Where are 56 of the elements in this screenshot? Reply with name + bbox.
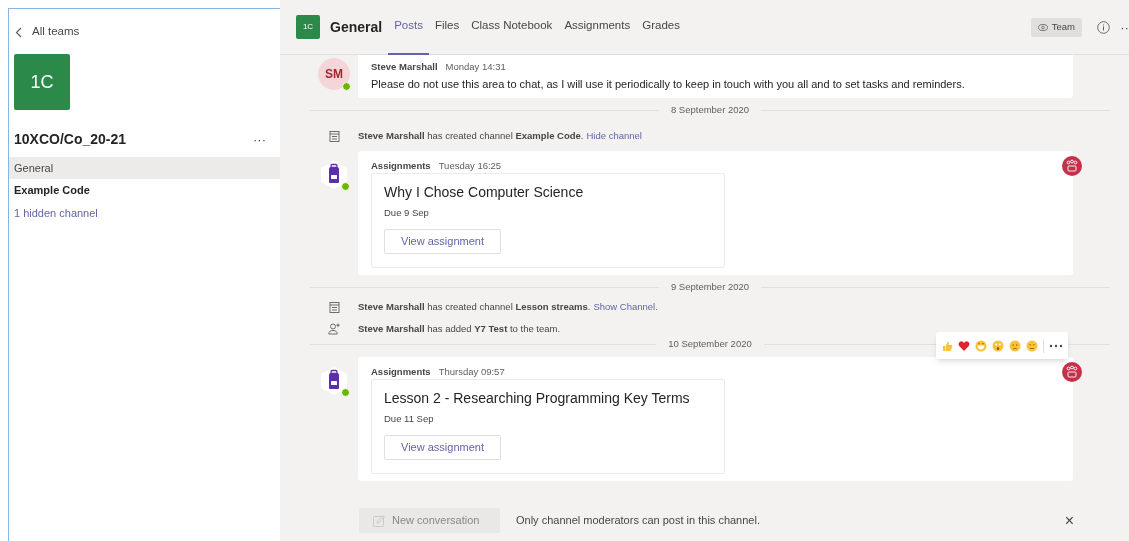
hidden-channel-link[interactable]: 1 hidden channel [14, 202, 98, 224]
event-text: Steve Marshall has created channel Lesson streams. [358, 299, 591, 314]
channel-title: General [330, 17, 383, 37]
channel-tab[interactable]: Assignments [558, 0, 637, 55]
author-name: Assignments [371, 365, 431, 379]
date-divider: 10 September 2020 [667, 336, 753, 351]
team-tile: 1C [14, 54, 70, 110]
event-text: Steve Marshall has created channel Example Code. [358, 128, 584, 143]
info-icon[interactable] [1097, 20, 1110, 34]
view-assignment-button[interactable]: View assignment [384, 229, 501, 254]
date-divider: 8 September 2020 [669, 102, 751, 117]
heart-icon[interactable] [958, 339, 970, 352]
channel-icon [328, 130, 340, 142]
author-name: Assignments [371, 159, 431, 173]
channel-tab[interactable]: Class Notebook [465, 0, 559, 55]
channel-tab[interactable]: Files [428, 0, 466, 55]
team-name: 10XCO/Co_20-21 [14, 129, 127, 149]
timestamp: Thursday 09:57 [438, 365, 505, 379]
team-button[interactable]: Team [1030, 17, 1082, 37]
compose-icon [373, 514, 385, 527]
avatar: SM [318, 58, 350, 90]
message-text: Please do not use this area to chat, as I will use it periodically to keep in touch with you all and to set tasks and reminders. [371, 77, 966, 92]
angry-face-icon[interactable] [1026, 339, 1038, 352]
timestamp: Monday 14:31 [445, 60, 506, 74]
view-assignment-button[interactable]: View assignment [384, 435, 501, 460]
channel-link[interactable]: Show Channel. [593, 299, 658, 315]
date-divider: 9 September 2020 [669, 279, 751, 294]
channel-icon [328, 301, 340, 313]
add-person-icon [328, 323, 340, 335]
author-name: Steve Marshall [371, 60, 438, 74]
event-text: Steve Marshall has added Y7 Test to the team. [358, 321, 561, 336]
laughing-face-icon[interactable] [975, 339, 987, 352]
more-icon [1049, 343, 1063, 348]
channel-item[interactable]: General [9, 157, 280, 179]
moderator-notice: Only channel moderators can post in this channel. [516, 513, 760, 529]
team-label: Team [1051, 19, 1075, 34]
more-options-button[interactable]: ··· [253, 132, 266, 146]
channel-tile: 1C [296, 15, 320, 39]
assignment-title: Lesson 2 - Researching Programming Key Terms [384, 389, 691, 406]
eye-icon [1037, 23, 1048, 31]
surprised-face-icon[interactable] [992, 339, 1004, 352]
thumbs-up-icon[interactable] [941, 339, 953, 352]
assignment-title: Why I Chose Computer Science [384, 183, 585, 200]
due-date: Due 9 Sep [384, 206, 430, 219]
back-chevron-icon [15, 26, 22, 38]
timestamp: Tuesday 16:25 [438, 159, 502, 173]
backpack-icon [319, 160, 349, 190]
channel-link[interactable]: Hide channel [586, 128, 642, 144]
all-teams-link[interactable]: All teams [32, 23, 80, 41]
more-options-button[interactable]: ·· [1120, 20, 1129, 34]
channel-item[interactable]: Example Code [9, 179, 280, 201]
channel-tab[interactable]: Grades [636, 0, 686, 55]
sad-face-icon[interactable] [1009, 339, 1021, 352]
close-button[interactable]: × [1064, 512, 1074, 529]
due-date: Due 11 Sep [384, 412, 435, 425]
backpack-icon [319, 366, 349, 396]
